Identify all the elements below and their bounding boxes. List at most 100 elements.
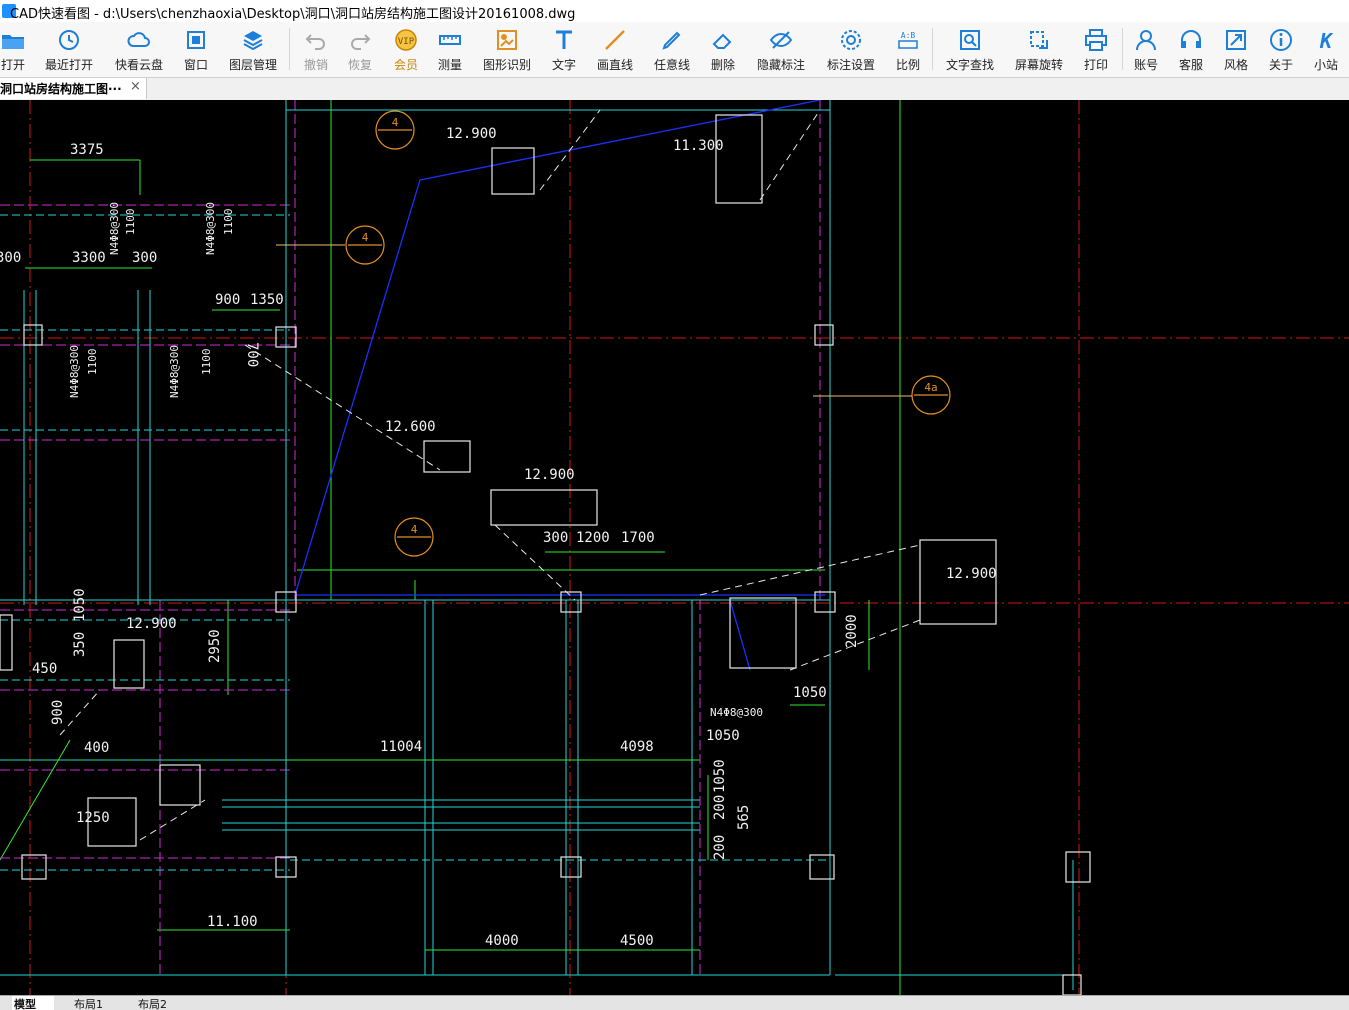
rotate-screen-button[interactable]: 屏幕旋转: [1012, 22, 1066, 77]
line-button[interactable]: 画直线: [594, 22, 636, 77]
about-button[interactable]: 关于: [1267, 22, 1295, 77]
svg-text:A:B: A:B: [901, 31, 916, 40]
undo-label: 撤销: [303, 58, 328, 72]
redo-button[interactable]: 恢复: [346, 22, 374, 77]
dimension-text: 12.900: [126, 616, 177, 632]
print-button[interactable]: 打印: [1082, 22, 1110, 77]
kz-label: 小站: [1313, 58, 1338, 72]
shape-recognize-button[interactable]: 图形识别: [480, 22, 534, 77]
find-text-button[interactable]: 文字查找: [943, 22, 997, 77]
eye-off-icon: [769, 31, 793, 49]
shape-recognize-label: 图形识别: [482, 58, 531, 72]
rebar-annotation: 1100: [86, 349, 99, 376]
dimension-text: 2000: [844, 614, 860, 648]
measure-button[interactable]: 测量: [436, 22, 464, 77]
ruler-icon: [439, 35, 461, 45]
dimension-text: 700: [244, 342, 260, 367]
dimension-text: 1050: [712, 759, 728, 793]
info-icon: [1270, 29, 1292, 51]
toolbar-divider: [1122, 28, 1123, 70]
line-icon: [605, 30, 625, 50]
folder-icon: [2, 35, 24, 49]
text-label: 文字: [551, 58, 576, 72]
undo-button[interactable]: 撤销: [302, 22, 330, 77]
annotation-settings-label: 标注设置: [826, 58, 875, 72]
vip-label: 会员: [393, 58, 418, 72]
cad-drawing[interactable]: 3375 300 3300 300 900 1350 700 12.900 11.300 12.6…: [0, 100, 1349, 995]
hide-annotation-button[interactable]: 隐藏标注: [754, 22, 808, 77]
vip-button[interactable]: VIP 会员: [392, 22, 420, 77]
rebar-annotation: N4Φ8@300: [204, 202, 217, 255]
account-button[interactable]: 账号: [1132, 22, 1160, 77]
dimension-text: 900: [50, 700, 66, 725]
model-tab[interactable]: 模型: [12, 996, 54, 1010]
dimension-text: 1050: [706, 728, 740, 744]
dimension-text: 4000: [485, 933, 519, 949]
scale-button[interactable]: A:B 比例: [894, 22, 922, 77]
toolbar: 打开 最近打开 快看云盘 窗口 图层管理 撤销 恢复 VIP 会员 测量 图形识…: [0, 22, 1349, 78]
dimension-text: 2950: [207, 629, 223, 663]
open-label: 打开: [0, 58, 25, 72]
cloud-button[interactable]: 快看云盘: [112, 22, 166, 77]
layout1-tab[interactable]: 布局1: [74, 996, 116, 1010]
kz-button[interactable]: K 小站: [1312, 22, 1340, 77]
eraser-icon: [712, 33, 732, 49]
toolbar-divider: [932, 28, 933, 70]
headset-icon: [1181, 30, 1201, 48]
dimension-text: 4500: [620, 933, 654, 949]
document-tab-label: 洞口站房结构施工图···: [0, 82, 122, 96]
document-tab-bar: 洞口站房结构施工图··· ×: [0, 78, 1349, 101]
dimension-text: 12.900: [446, 126, 497, 142]
scale-icon: A:B: [898, 31, 918, 49]
window-button[interactable]: 窗口: [182, 22, 210, 77]
recent-button[interactable]: 最近打开: [42, 22, 96, 77]
dimension-text: 1700: [621, 530, 655, 546]
window-label: 窗口: [183, 58, 208, 72]
svg-text:VIP: VIP: [398, 37, 415, 47]
dimension-text: 1350: [250, 292, 284, 308]
rebar-annotation: N4Φ8@300: [710, 706, 763, 719]
dimension-text: 1250: [76, 810, 110, 826]
document-tab[interactable]: 洞口站房结构施工图··· ×: [0, 78, 147, 99]
dimension-text: 300: [132, 250, 157, 266]
cloud-icon: [127, 32, 150, 47]
dimension-text: 12.600: [385, 419, 436, 435]
drawing-canvas[interactable]: 3375 300 3300 300 900 1350 700 12.900 11.300 12.6…: [0, 100, 1349, 995]
redo-label: 恢复: [347, 58, 372, 72]
detail-marker-label: 4: [362, 231, 369, 244]
layers-button[interactable]: 图层管理: [226, 22, 280, 77]
dimension-text: 1050: [72, 588, 88, 622]
open-button[interactable]: 打开: [0, 22, 26, 77]
freeline-button[interactable]: 任意线: [652, 22, 692, 77]
layout2-tab[interactable]: 布局2: [138, 996, 180, 1010]
scale-label: 比例: [895, 58, 920, 72]
dimension-text: 12.900: [946, 566, 997, 582]
measure-label: 测量: [437, 58, 462, 72]
dimension-text: 12.900: [524, 467, 575, 483]
annotation-settings-button[interactable]: 标注设置: [824, 22, 878, 77]
rebar-annotation: 1100: [222, 209, 235, 236]
dimension-text: 565: [736, 805, 752, 830]
window-icon: [187, 31, 205, 49]
style-button[interactable]: 风格: [1222, 22, 1250, 77]
toolbar-divider: [289, 28, 290, 70]
dimension-text: 400: [84, 740, 109, 756]
title-bar: CAD快速看图 - d:\Users\chenzhaoxia\Desktop\洞…: [0, 0, 1349, 23]
close-tab-icon[interactable]: ×: [130, 79, 141, 94]
redo-icon: [351, 34, 371, 50]
pen-icon: [662, 31, 681, 50]
dimension-text: 900: [215, 292, 240, 308]
text-button[interactable]: 文字: [550, 22, 578, 77]
freeline-label: 任意线: [653, 58, 690, 72]
service-button[interactable]: 客服: [1177, 22, 1205, 77]
dimension-text: 300: [0, 250, 21, 266]
print-label: 打印: [1083, 58, 1108, 72]
shape-recognize-icon: [497, 30, 517, 50]
erase-button[interactable]: 删除: [708, 22, 738, 77]
detail-marker-label: 4a: [924, 381, 937, 394]
window-title: CAD快速看图 - d:\Users\chenzhaoxia\Desktop\洞…: [10, 7, 576, 22]
rebar-annotation: 1100: [200, 349, 213, 376]
detail-marker-label: 4: [411, 523, 418, 536]
dimension-text: 300: [543, 530, 568, 546]
line-label: 画直线: [596, 58, 633, 72]
